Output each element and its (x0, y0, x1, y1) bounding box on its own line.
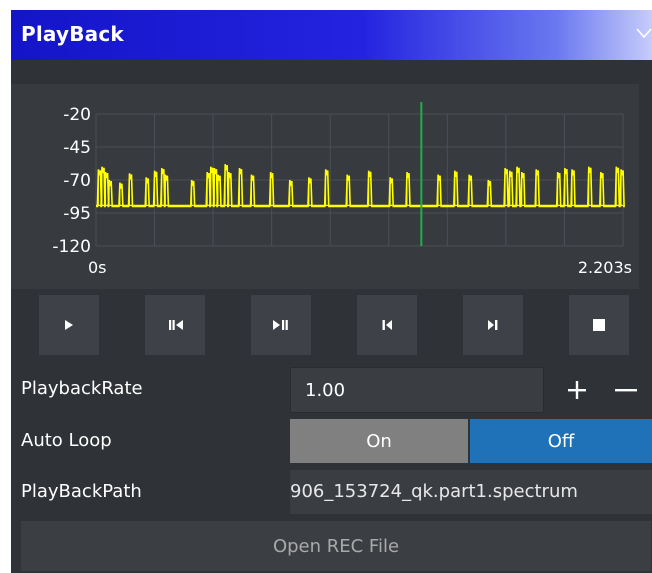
spectrum-chart-svg: -20 -45 -70 -95 -120 0s 2.203s (52, 102, 632, 277)
y-tick-label: -20 (63, 105, 91, 125)
playback-rate-label: PlaybackRate (21, 378, 143, 399)
signal-series (96, 164, 625, 208)
skip-end-icon (488, 320, 498, 330)
y-axis-ticks: -20 -45 -70 -95 -120 (52, 105, 91, 257)
playback-rate-input[interactable] (290, 367, 544, 413)
spectrum-chart[interactable]: -20 -45 -70 -95 -120 0s 2.203s (11, 84, 639, 289)
minus-icon (615, 389, 637, 392)
chevron-down-icon[interactable] (636, 23, 652, 43)
decrement-rate-button[interactable] (611, 370, 641, 410)
increment-rate-button[interactable] (562, 370, 592, 410)
playback-path-value: 906_153724_qk.part1.spectrum (290, 481, 578, 502)
skip-start-icon (382, 320, 392, 330)
playback-path-field[interactable]: 906_153724_qk.part1.spectrum (290, 470, 652, 514)
playback-panel: PlayBack -20 -45 -70 -95 -120 0s 2.203s (11, 10, 652, 573)
stop-button[interactable] (569, 295, 629, 355)
open-rec-file-button[interactable]: Open REC File (21, 521, 651, 571)
panel-title: PlayBack (21, 22, 124, 46)
plus-icon (568, 381, 586, 399)
y-tick-label: -70 (63, 171, 91, 191)
play-icon (65, 320, 73, 330)
play-pause-icon (273, 320, 288, 330)
auto-loop-off-button[interactable]: Off (470, 419, 652, 463)
skip-end-button[interactable] (463, 295, 523, 355)
y-tick-label: -120 (52, 237, 91, 257)
chart-grid (95, 113, 624, 247)
y-tick-label: -95 (63, 204, 91, 224)
skip-start-button[interactable] (357, 295, 417, 355)
panel-titlebar[interactable]: PlayBack (11, 10, 652, 60)
play-button[interactable] (39, 295, 99, 355)
playback-path-label: PlayBackPath (21, 481, 142, 502)
auto-loop-label: Auto Loop (21, 430, 112, 451)
signal-line (96, 164, 625, 208)
play-pause-button[interactable] (251, 295, 311, 355)
auto-loop-on-button[interactable]: On (290, 419, 468, 463)
y-tick-label: -45 (63, 138, 91, 158)
x-tick-label-end: 2.203s (578, 258, 632, 277)
step-back-button[interactable] (145, 295, 205, 355)
stop-icon (593, 319, 605, 331)
step-back-icon (169, 320, 183, 330)
x-tick-label-start: 0s (88, 258, 107, 277)
x-axis-ticks: 0s 2.203s (88, 258, 632, 277)
